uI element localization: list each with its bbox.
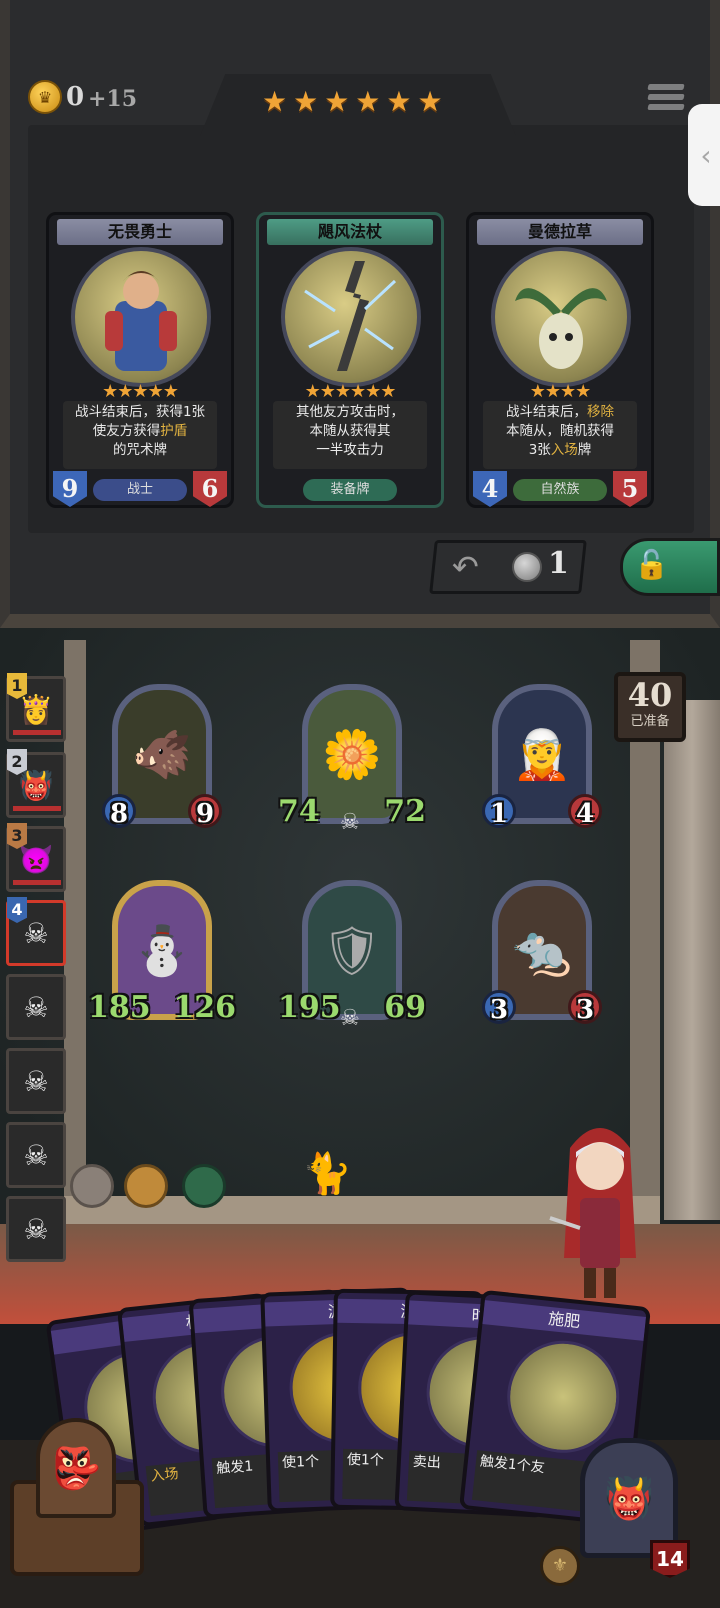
ready-count: 40 — [627, 676, 673, 714]
minion-health: 9 — [188, 794, 222, 829]
hand-card-art — [501, 1335, 625, 1459]
opponent-8[interactable]: ☠ — [6, 1196, 66, 1262]
minion-attack: 3 — [482, 990, 516, 1025]
card-name: 无畏勇士 — [57, 219, 223, 245]
warrior-portrait — [71, 247, 211, 387]
rank-badge: 1 — [7, 673, 27, 699]
menu-button[interactable] — [647, 84, 685, 118]
opponent-list: 👸 1 👹 2 👿 3 ☠ 4 ☠ ☠ ☠ ☠ — [2, 668, 72, 1268]
side-drawer-tab[interactable]: ‹ — [688, 104, 720, 206]
card-attack: 4 — [473, 471, 507, 507]
skull-icon: ☠ — [23, 916, 49, 950]
gold-amount: 0 — [66, 82, 85, 112]
rank-badge: 4 — [7, 897, 27, 923]
minion-2[interactable]: 🌼 74 ☠ 72 — [278, 684, 426, 844]
troll-hero-icon: 👹 — [604, 1475, 654, 1522]
minion-health: 72 — [384, 794, 426, 829]
minion-health: 69 — [384, 990, 426, 1025]
opponent-hp-bar — [13, 806, 61, 811]
ready-counter: 40 已准备 — [614, 672, 686, 742]
card-tribe: 战士 — [93, 479, 187, 501]
rank-badge: 2 — [7, 749, 27, 775]
opponent-4[interactable]: ☠ 4 — [6, 897, 66, 966]
trinket-slot-1[interactable] — [70, 1164, 114, 1208]
card-tribe: 装备牌 — [303, 479, 397, 501]
opponent-hp-bar — [13, 730, 61, 735]
shadow-icon: 👿 — [18, 842, 54, 876]
silver-coin-icon — [512, 552, 542, 582]
skull-icon: ☠ — [340, 810, 360, 835]
minion-health: 4 — [568, 794, 602, 829]
minion-3[interactable]: 🧝 1 4 — [482, 684, 602, 844]
opponent-7[interactable]: ☠ — [6, 1122, 66, 1188]
refresh-cost: 1 — [548, 546, 569, 581]
shop-card-1[interactable]: 无畏勇士 ★★★★★ 战斗结束后，获得1张 使友方获得护盾 的咒术牌 9 战士 6 — [46, 212, 234, 508]
opponent-hp-bar — [13, 880, 61, 885]
stone-column — [664, 700, 720, 1220]
card-stars: ★★★★ — [529, 381, 592, 402]
card-stars: ★★★★★ — [102, 381, 179, 402]
card-description: 其他友方攻击时， 本随从获得其 一半攻击力 — [273, 401, 427, 469]
card-health: 5 — [613, 471, 647, 507]
minion-attack: 74 — [278, 794, 320, 829]
card-description: 战斗结束后，获得1张 使友方获得护盾 的咒术牌 — [63, 401, 217, 469]
ice-queen-icon: 👸 — [18, 692, 54, 726]
minion-1[interactable]: 🐗 8 9 — [102, 684, 222, 844]
skull-icon: ☠ — [23, 1212, 49, 1246]
opponent-3[interactable]: 👿 3 — [6, 823, 66, 892]
minion-health: 3 — [568, 990, 602, 1025]
player-hero-character — [540, 1108, 660, 1318]
minion-attack: 8 — [102, 794, 136, 829]
opponent-5[interactable]: ☠ — [6, 974, 66, 1040]
mandrake-portrait — [491, 247, 631, 387]
companion-portrait[interactable]: 👺 — [36, 1418, 116, 1518]
lock-icon: 🔓 — [634, 548, 669, 581]
card-health: 6 — [193, 471, 227, 507]
tavern-tier-stars: ★★★★★★ — [262, 85, 449, 118]
opponent-6[interactable]: ☠ — [6, 1048, 66, 1114]
skull-icon: ☠ — [23, 990, 49, 1024]
card-tribe: 自然族 — [513, 479, 607, 501]
card-description: 战斗结束后，移除 本随从，随机获得 3张入场牌 — [483, 401, 637, 469]
goblin-icon: 👺 — [51, 1445, 101, 1492]
hand-card-title: 施肥 — [482, 1300, 647, 1341]
card-name: 飓风法杖 — [267, 219, 433, 245]
lightning-staff-portrait — [281, 247, 421, 387]
shop-card-2[interactable]: 飓风法杖 ★★★★★★ 其他友方攻击时， 本随从获得其 一半攻击力 装备牌 — [256, 212, 444, 508]
minion-attack: 195 — [278, 990, 341, 1025]
minion-health: 126 — [173, 990, 236, 1025]
card-name: 曼德拉草 — [477, 219, 643, 245]
gold-income: +15 — [88, 86, 138, 112]
gold-coin-icon: ♛ — [28, 80, 62, 114]
minion-attack: 1 — [482, 794, 516, 829]
ready-label: 已准备 — [630, 714, 670, 729]
shop-card-3[interactable]: 曼德拉草 ★★★★ 战斗结束后，移除 本随从，随机获得 3张入场牌 4 自然族 5 — [466, 212, 654, 508]
troll-icon: 👹 — [18, 768, 54, 802]
rank-badge: 3 — [7, 823, 27, 849]
menu-icon — [647, 84, 685, 90]
card-stars: ★★★★★★ — [304, 381, 397, 402]
minion-attack: 185 — [88, 990, 151, 1025]
opponent-1[interactable]: 👸 1 — [6, 673, 66, 742]
refresh-icon: ↶ — [452, 548, 479, 586]
minion-4[interactable]: ⛄ 185 126 — [88, 880, 236, 1040]
skull-icon: ☠ — [23, 1138, 49, 1172]
card-attack: 9 — [53, 471, 87, 507]
chevron-left-icon: ‹ — [700, 138, 712, 172]
skull-icon: ☠ — [23, 1064, 49, 1098]
skull-icon: ☠ — [340, 1006, 360, 1031]
opponent-2[interactable]: 👹 2 — [6, 749, 66, 818]
hero-power-button[interactable]: ⚜ — [540, 1546, 580, 1586]
minion-6[interactable]: 🐀 3 3 — [482, 880, 602, 1040]
trinket-slot-2[interactable] — [124, 1164, 168, 1208]
cat-icon: 🐈 — [302, 1151, 352, 1197]
trinket-slot-3[interactable] — [182, 1164, 226, 1208]
minion-5[interactable]: 🛡 195 ☠ 69 — [278, 880, 426, 1040]
